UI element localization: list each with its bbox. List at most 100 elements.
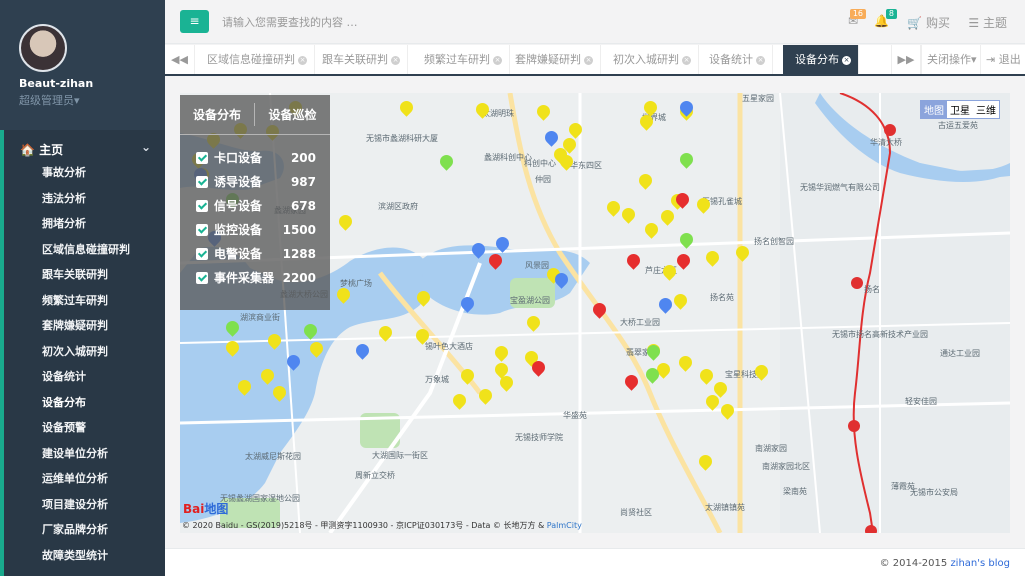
logout-label: 退出: [998, 53, 1021, 66]
close-icon[interactable]: ×: [493, 56, 502, 65]
logout-button[interactable]: ⇥ 退出: [980, 45, 1025, 74]
map-place-label: 太湖镇镇苑: [705, 503, 745, 512]
buy-button[interactable]: 🛒 购买: [907, 14, 950, 31]
tab[interactable]: 区域信息碰撞研判 ×: [195, 45, 315, 74]
avatar[interactable]: [19, 24, 67, 72]
footer: © 2014-2015 zihan's blog: [165, 548, 1025, 576]
device-filter-row[interactable]: 监控设备 1500: [196, 218, 324, 242]
sidebar-item[interactable]: 频繁过车研判: [4, 288, 165, 314]
map-place-label: 湖滨商业街: [240, 313, 280, 322]
sidebar-item[interactable]: 违法分析: [4, 186, 165, 212]
sidebar-item[interactable]: 故障类型统计: [4, 543, 165, 569]
map-place-label: 扬名: [864, 285, 880, 294]
notification-button[interactable]: 🔔 8: [874, 9, 897, 28]
menu-toggle-button[interactable]: ≡: [180, 10, 209, 33]
logout-icon: ⇥: [986, 53, 996, 66]
sidebar-item[interactable]: 运维单位分析: [4, 466, 165, 492]
tab[interactable]: 设备统计 ×: [697, 45, 773, 74]
close-icon[interactable]: ×: [584, 56, 593, 65]
tab[interactable]: 频繁过车研判 ×: [412, 45, 510, 74]
device-count: 678: [290, 199, 316, 213]
footer-blog-link[interactable]: zihan's blog: [950, 558, 1010, 569]
close-icon[interactable]: ×: [298, 56, 307, 65]
close-icon[interactable]: ×: [756, 56, 765, 65]
hamburger-icon: ≡: [189, 14, 200, 28]
map-place-label: 无锡市公安局: [910, 488, 958, 497]
map-place-label: 扬名创智园: [754, 237, 794, 246]
user-role-dropdown[interactable]: 超级管理员▾: [19, 92, 165, 108]
theme-button[interactable]: ☰ 主题: [968, 14, 1007, 31]
mail-badge: 16: [849, 9, 866, 19]
map-place-label: 宝盈湖公园: [510, 296, 550, 305]
device-filter-row[interactable]: 信号设备 678: [196, 194, 324, 218]
map-place-label: 古运五爱苑: [938, 121, 978, 130]
device-count: 1288: [282, 247, 316, 261]
map-place-label: 周新立交桥: [355, 471, 395, 480]
sidebar-item[interactable]: 设备统计: [4, 364, 165, 390]
palmcity-link[interactable]: PalmCity: [547, 521, 582, 530]
search-input[interactable]: 请输入您需要查找的内容 …: [222, 14, 358, 30]
device-filter-row[interactable]: 卡口设备 200: [196, 146, 324, 170]
map-place-label: 滨湖区政府: [378, 202, 418, 211]
close-operations-label: 关闭操作: [927, 53, 971, 66]
map-place-label: 太湖威尼斯花园: [245, 452, 301, 461]
tab-device-distribution[interactable]: 设备分布: [180, 103, 255, 126]
device-checkbox[interactable]: [196, 248, 208, 260]
theme-label: 主题: [982, 16, 1007, 30]
device-type-label: 电警设备: [214, 247, 263, 261]
tab-label: 设备统计: [709, 53, 753, 66]
map-place-label: 无锡市扬名高新技术产业园: [832, 330, 928, 339]
sidebar-item[interactable]: 建设单位分析: [4, 441, 165, 467]
map-type-standard[interactable]: 地图: [921, 101, 947, 118]
user-role-label: 超级管理员: [19, 94, 74, 107]
tab-device-inspection[interactable]: 设备巡检: [255, 95, 330, 134]
sidebar-item[interactable]: 拥堵分析: [4, 211, 165, 237]
tab-scroll-left-button[interactable]: ◀◀: [165, 45, 195, 74]
map-type-3d[interactable]: 三维: [973, 101, 999, 118]
baidu-logo-a: Bai: [183, 502, 205, 516]
device-checkbox[interactable]: [196, 272, 208, 284]
tab[interactable]: 套牌嫌疑研判 ×: [503, 45, 601, 74]
sidebar-item[interactable]: 初次入城研判: [4, 339, 165, 365]
tab-label: 区域信息碰撞研判: [207, 53, 295, 66]
map-place-label: 扬名苑: [710, 293, 734, 302]
sidebar-item[interactable]: 套牌嫌疑研判: [4, 313, 165, 339]
device-filter-row[interactable]: 电警设备 1288: [196, 242, 324, 266]
sidebar-item[interactable]: 厂家品牌分析: [4, 517, 165, 543]
device-checkbox[interactable]: [196, 176, 208, 188]
close-icon[interactable]: ×: [391, 56, 400, 65]
device-filter-row[interactable]: 事件采集器 2200: [196, 266, 324, 290]
device-checkbox[interactable]: [196, 200, 208, 212]
tab-label: 初次入城研判: [613, 53, 679, 66]
tab-scroll-right-button[interactable]: ▶▶: [891, 45, 921, 74]
sidebar-nav: 🏠 主页 ⌄ 事故分析 违法分析 拥堵分析 区域信息碰撞研判 跟车关联研判 频繁过车研判套…: [0, 130, 165, 576]
sidebar-item[interactable]: 设备分布: [4, 390, 165, 416]
device-count: 987: [290, 175, 316, 189]
sidebar-item[interactable]: 跟车关联研判: [4, 262, 165, 288]
sidebar-item[interactable]: 区域信息碰撞研判: [4, 237, 165, 263]
mail-button[interactable]: ✉ 16: [848, 9, 866, 28]
map-place-label: 华清大桥: [870, 138, 902, 147]
map-place-label: 大桥工业园: [620, 318, 660, 327]
map-place-label: 风景园: [525, 261, 549, 270]
tab[interactable]: 跟车关联研判 ×: [310, 45, 408, 74]
nav-home[interactable]: 🏠 主页 ⌄: [4, 130, 165, 160]
device-checkbox[interactable]: [196, 152, 208, 164]
device-checkbox[interactable]: [196, 224, 208, 236]
map-copyright-text: © 2020 Baidu - GS(2019)5218号 - 甲测资字11009…: [182, 521, 545, 530]
map-type-satellite[interactable]: 卫星: [947, 101, 973, 118]
tab[interactable]: 初次入城研判 ×: [601, 45, 699, 74]
sidebar-item[interactable]: 设备预警: [4, 415, 165, 441]
close-operations-dropdown[interactable]: 关闭操作▾: [921, 45, 982, 74]
sidebar-item[interactable]: 项目建设分析: [4, 492, 165, 518]
map-place-label: 无锡市蠡湖科研大厦: [366, 134, 438, 143]
map-place-label: 无锡技师学院: [515, 433, 563, 442]
map-place-label: 华东四区: [570, 161, 602, 170]
map-place-label: 尚贤社区: [620, 508, 652, 517]
close-icon[interactable]: ×: [682, 56, 691, 65]
nav-home-label: 主页: [39, 143, 64, 157]
close-icon[interactable]: ×: [842, 56, 851, 65]
sidebar-item[interactable]: 事故分析: [4, 160, 165, 186]
device-filter-row[interactable]: 诱导设备 987: [196, 170, 324, 194]
tab[interactable]: 设备分布 ×: [783, 45, 859, 74]
